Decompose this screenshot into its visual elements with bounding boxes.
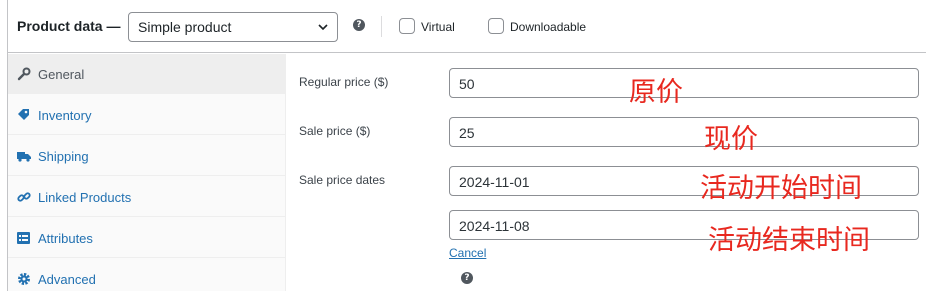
- product-type-value: Simple product: [138, 19, 232, 35]
- truck-icon: [17, 152, 31, 162]
- header-divider: [381, 16, 382, 37]
- tab-general[interactable]: General: [8, 54, 286, 94]
- tab-attributes[interactable]: Attributes: [8, 218, 286, 258]
- cancel-schedule-link[interactable]: Cancel: [449, 246, 486, 260]
- annotation-end-date: 活动结束时间: [708, 225, 870, 256]
- tab-label: General: [38, 67, 85, 82]
- virtual-label[interactable]: Virtual: [421, 20, 455, 34]
- tab-linked-products[interactable]: Linked Products: [8, 177, 286, 217]
- sale-price-input[interactable]: 25: [449, 117, 919, 147]
- tab-label: Inventory: [38, 108, 92, 123]
- downloadable-label[interactable]: Downloadable: [510, 20, 586, 34]
- product-data-title: Product data —: [17, 18, 121, 34]
- product-type-select[interactable]: Simple product: [128, 12, 338, 42]
- regular-price-label: Regular price ($): [299, 75, 389, 89]
- help-icon[interactable]: ?: [461, 272, 473, 284]
- gear-icon: [18, 273, 30, 285]
- product-data-tabs: General Inventory Shipping Linked Produc…: [8, 54, 286, 291]
- chevron-down-icon: [318, 24, 328, 31]
- tab-label: Linked Products: [38, 190, 132, 205]
- tab-inventory[interactable]: Inventory: [8, 95, 286, 135]
- annotation-sale-price: 现价: [704, 124, 758, 155]
- tag-icon: [18, 109, 29, 120]
- tab-advanced[interactable]: Advanced: [8, 259, 286, 291]
- virtual-checkbox[interactable]: [399, 18, 415, 34]
- product-data-header: Product data — Simple product ? Virtual …: [8, 0, 926, 53]
- downloadable-checkbox[interactable]: [488, 18, 504, 34]
- tab-shipping[interactable]: Shipping: [8, 136, 286, 176]
- sale-dates-label: Sale price dates: [299, 173, 386, 187]
- product-data-panel: Product data — Simple product ? Virtual …: [7, 0, 926, 291]
- link-icon: [17, 192, 31, 202]
- regular-price-input[interactable]: 50: [449, 68, 919, 98]
- list-icon: [17, 232, 30, 244]
- tab-label: Attributes: [38, 231, 93, 246]
- sale-price-label: Sale price ($): [299, 124, 371, 138]
- wrench-icon: [17, 67, 31, 81]
- annotation-start-date: 活动开始时间: [700, 173, 862, 204]
- help-icon[interactable]: ?: [353, 19, 365, 31]
- tab-label: Advanced: [38, 272, 96, 287]
- tab-label: Shipping: [38, 149, 89, 164]
- annotation-regular-price: 原价: [629, 77, 683, 108]
